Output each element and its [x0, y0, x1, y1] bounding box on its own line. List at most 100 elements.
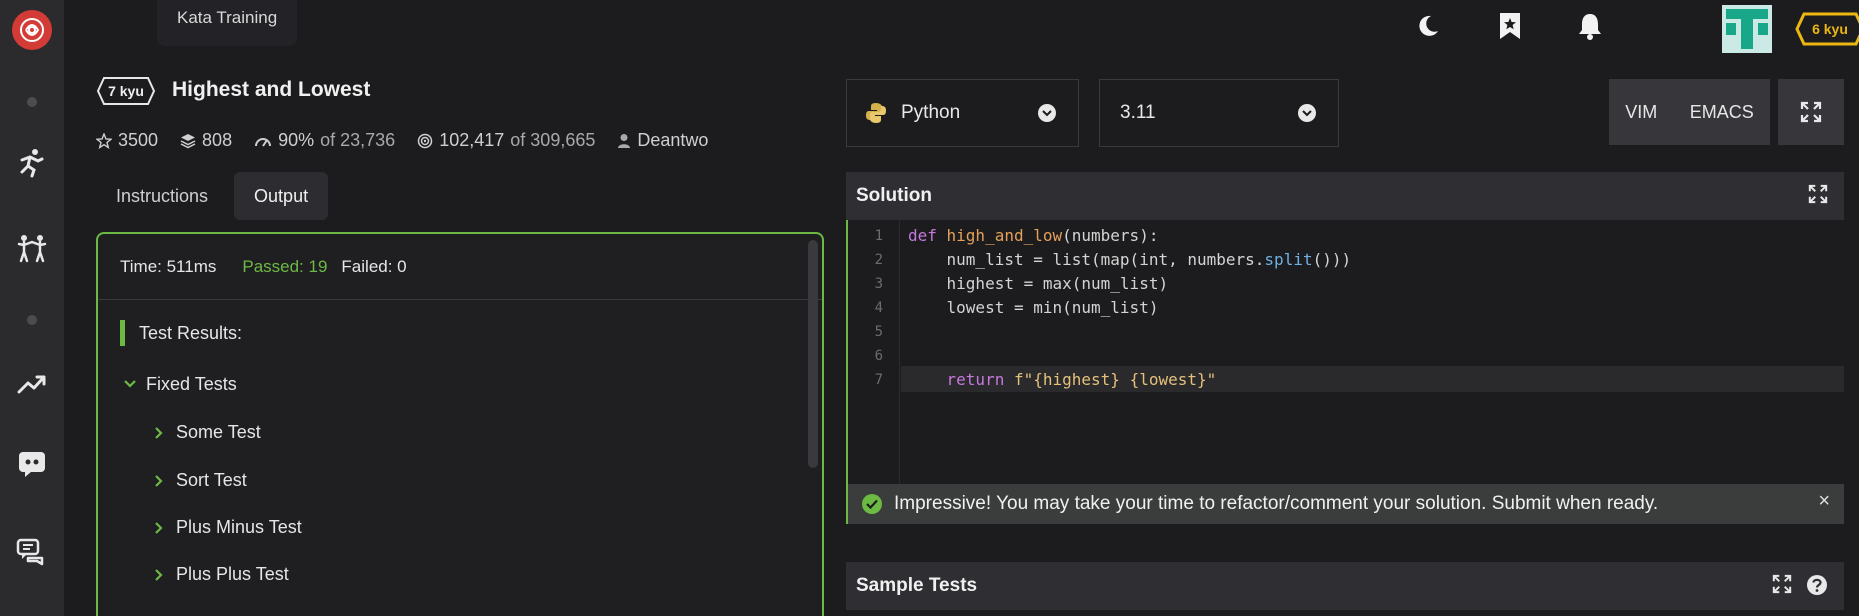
kata-rank-badge: 7 kyu	[96, 76, 156, 106]
line-number-gutter: 1 2 3 4 5 6 7	[848, 220, 900, 484]
code-text: (numbers):	[1062, 226, 1159, 245]
stars-stat[interactable]: 3500	[96, 130, 158, 151]
solution-panel-header: Solution	[846, 172, 1844, 220]
test-group-fixed-tests[interactable]: Fixed Tests	[124, 374, 237, 395]
left-tabs: Instructions Output	[96, 172, 329, 220]
bell-icon[interactable]	[1574, 10, 1606, 42]
line-number: 2	[874, 252, 883, 268]
kata-stats: 3500 808 90% of 23,736 102,417 of 309,66…	[96, 130, 708, 151]
avatar[interactable]	[1722, 5, 1772, 53]
check-circle-icon	[862, 494, 882, 514]
solution-title: Solution	[856, 185, 932, 206]
code-editor[interactable]: 1 2 3 4 5 6 7 def high_and_low(numbers):…	[846, 220, 1844, 484]
line-number: 6	[874, 348, 883, 364]
leaderboard-trend-icon[interactable]	[0, 362, 64, 406]
collections-count: 808	[202, 130, 233, 150]
results-accent-bar	[120, 320, 125, 346]
tab-instructions[interactable]: Instructions	[96, 172, 228, 220]
test-item[interactable]: Plus Plus Test	[154, 564, 289, 585]
sample-tests-panel-header: Sample Tests	[846, 562, 1844, 610]
author-name: Deantwo	[637, 130, 709, 150]
help-icon[interactable]	[1806, 574, 1828, 596]
test-item[interactable]: Some Test	[154, 422, 261, 443]
collections-stat[interactable]: 808	[180, 130, 232, 151]
line-number: 1	[874, 228, 883, 244]
sidebar	[0, 0, 64, 616]
code-line: lowest = min(num_list)	[908, 298, 1159, 317]
close-icon[interactable]: ×	[1818, 490, 1830, 513]
expand-icon[interactable]	[1772, 574, 1792, 594]
code-function-name: high_and_low	[946, 226, 1063, 245]
expand-icon	[1800, 101, 1822, 123]
passed-count: Passed: 19	[242, 256, 328, 276]
code-method: split	[1264, 250, 1313, 269]
line-number: 7	[874, 372, 883, 388]
stars-count: 3500	[118, 130, 159, 150]
code-line: def high_and_low(numbers):	[908, 226, 1158, 245]
language-label: Python	[901, 102, 961, 123]
python-icon	[866, 103, 886, 123]
code-line: num_list = list(map(int, numbers.split()…	[908, 250, 1352, 269]
code-text: ()))	[1312, 250, 1352, 269]
code-text: num_list = list(map(int, numbers.	[908, 250, 1265, 269]
satisfaction-rate: 90%	[278, 130, 315, 150]
success-notice-text: Impressive! You may take your time to re…	[894, 493, 1659, 514]
top-header: Kata Training 6 kyu 235	[64, 0, 1859, 60]
discord-icon[interactable]	[0, 442, 64, 486]
output-panel: Time: 511ms Passed: 19 Failed: 0 Test Re…	[96, 232, 824, 616]
line-number: 5	[874, 324, 883, 340]
chevron-down-icon	[1298, 104, 1316, 122]
user-rank-badge[interactable]: 6 kyu	[1795, 12, 1859, 46]
attempted-count: of 309,665	[510, 130, 596, 150]
test-item-label: Sort Test	[176, 470, 247, 490]
dojo-icon[interactable]	[0, 226, 64, 270]
version-select[interactable]: 3.11	[1099, 79, 1339, 147]
expand-icon[interactable]	[1808, 184, 1828, 204]
output-summary: Time: 511ms Passed: 19 Failed: 0	[98, 234, 822, 300]
code-keyword: def	[908, 226, 947, 245]
version-label: 3.11	[1120, 102, 1156, 123]
chevron-right-icon	[155, 521, 163, 534]
sample-tests-title: Sample Tests	[856, 575, 978, 596]
chevron-down-icon	[1038, 104, 1056, 122]
line-number: 3	[874, 276, 883, 292]
user-icon	[618, 133, 631, 148]
test-item-label: Plus Minus Test	[176, 517, 302, 537]
test-group-label: Fixed Tests	[146, 374, 237, 394]
fullscreen-button[interactable]	[1778, 79, 1844, 145]
satisfaction-stat: 90% of 23,736	[254, 130, 395, 151]
author-stat[interactable]: Deantwo	[617, 130, 708, 151]
output-scrollbar[interactable]	[808, 240, 818, 468]
layers-icon	[180, 133, 196, 148]
failed-count: Failed: 0	[341, 256, 407, 276]
success-notice: Impressive! You may take your time to re…	[846, 484, 1844, 524]
completed-stat: 102,417 of 309,665	[417, 130, 595, 151]
language-select[interactable]: Python	[846, 79, 1079, 147]
satisfaction-votes: of 23,736	[320, 130, 396, 150]
chevron-down-icon	[124, 376, 136, 394]
chevron-right-icon	[155, 426, 163, 439]
kata-training-label[interactable]: Kata Training	[157, 0, 298, 46]
run-time: Time: 511ms	[120, 256, 217, 276]
vim-mode-button[interactable]: VIM	[1625, 102, 1657, 123]
rail-divider-dot	[0, 92, 64, 112]
chat-icon[interactable]	[0, 530, 64, 574]
kata-runner-icon[interactable]	[0, 140, 64, 184]
test-results-heading: Test Results:	[120, 320, 242, 346]
code-string: f"{highest} {lowest}"	[1013, 370, 1217, 389]
moon-icon[interactable]	[1412, 10, 1444, 42]
tab-output[interactable]: Output	[234, 172, 329, 220]
rail-divider-dot	[0, 310, 64, 330]
user-rank-label: 6 kyu	[1812, 21, 1848, 37]
emacs-mode-button[interactable]: EMACS	[1690, 102, 1754, 123]
test-item[interactable]: Plus Minus Test	[154, 517, 302, 538]
line-number: 4	[874, 300, 883, 316]
code-line: highest = max(num_list)	[908, 274, 1169, 293]
kata-rank-label: 7 kyu	[108, 83, 144, 99]
code-line-active: return f"{highest} {lowest}"	[901, 366, 1844, 392]
test-item[interactable]: Sort Test	[154, 470, 247, 491]
code-keyword: return	[908, 370, 1014, 389]
editor-mode-group: VIM EMACS	[1609, 79, 1770, 145]
codewars-logo-icon[interactable]	[12, 10, 52, 50]
bookmark-star-icon[interactable]	[1494, 10, 1526, 42]
